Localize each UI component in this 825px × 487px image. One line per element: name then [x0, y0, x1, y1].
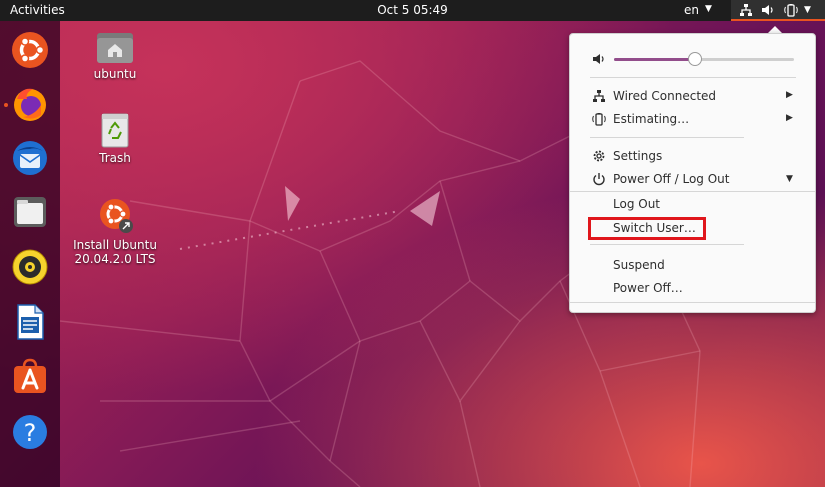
help-icon: ? — [13, 415, 47, 449]
separator — [590, 77, 796, 78]
dock: ? — [0, 21, 60, 487]
chevron-right-icon: ▶ — [786, 113, 793, 123]
ubuntu-icon — [12, 32, 48, 68]
menu-item-label: Power Off / Log Out — [613, 172, 730, 186]
menu-item-label: Power Off… — [613, 281, 683, 295]
separator — [570, 302, 815, 303]
home-folder-icon — [97, 33, 133, 63]
desktop-icon-label: Trash — [99, 151, 131, 165]
thunderbird-icon — [13, 141, 47, 175]
volume-slider[interactable] — [614, 52, 794, 66]
volume-slider-knob[interactable] — [688, 52, 702, 66]
clock-area: Oct 5 05:49 — [0, 3, 825, 17]
desktop-icon-install-ubuntu[interactable]: Install Ubuntu 20.04.2.0 LTS — [72, 195, 158, 266]
menu-item-label: Suspend — [613, 258, 665, 272]
menu-item-power-off-log-out[interactable]: Power Off / Log Out ▼ — [570, 168, 815, 190]
separator — [590, 244, 744, 245]
menu-item-label: Settings — [613, 149, 663, 163]
desktop-icon-label: ubuntu — [93, 67, 137, 81]
battery-icon — [784, 3, 798, 20]
running-indicator — [4, 103, 8, 107]
files-icon — [14, 197, 46, 227]
libreoffice-writer-icon — [17, 304, 44, 340]
software-center-icon — [14, 358, 46, 393]
menu-item-settings[interactable]: Settings — [570, 145, 815, 167]
dock-item-thunderbird[interactable] — [11, 139, 49, 177]
language-chevron-down-icon: ▼ — [705, 4, 712, 14]
power-icon — [592, 172, 606, 186]
menu-item-battery[interactable]: Estimating… ▶ — [570, 108, 815, 130]
dock-item-ubuntu[interactable] — [11, 31, 49, 69]
svg-text:?: ? — [24, 419, 37, 447]
ubuntu-installer-icon — [100, 199, 133, 233]
language-indicator[interactable]: en — [684, 3, 699, 17]
network-wired-icon — [739, 3, 753, 20]
activities-button[interactable]: Activities — [10, 3, 65, 17]
network-wired-icon — [592, 89, 606, 103]
menu-item-suspend[interactable]: Suspend — [570, 254, 815, 276]
volume-icon — [761, 3, 775, 20]
menu-item-wired-connected[interactable]: Wired Connected ▶ — [570, 85, 815, 107]
dock-item-writer[interactable] — [11, 303, 49, 341]
clock-button[interactable]: Oct 5 05:49 — [377, 3, 448, 17]
separator — [570, 191, 815, 192]
system-menu-chevron-down-icon: ▼ — [804, 5, 811, 15]
dock-item-firefox[interactable] — [11, 85, 49, 123]
trash-icon — [101, 113, 129, 148]
chevron-down-icon: ▼ — [786, 174, 793, 184]
desktop-icon-trash[interactable]: Trash — [88, 112, 142, 165]
gear-icon — [592, 149, 606, 163]
desktop-icon-label-version: 20.04.2.0 LTS — [74, 252, 156, 266]
menu-item-label: Wired Connected — [613, 89, 717, 103]
separator — [590, 137, 744, 138]
dock-item-software[interactable] — [11, 357, 49, 395]
battery-icon — [592, 112, 606, 126]
menu-item-log-out[interactable]: Log Out — [570, 193, 815, 215]
volume-slider-fill — [614, 58, 695, 61]
dock-item-files[interactable] — [11, 193, 49, 231]
switch-user-highlight — [588, 217, 706, 240]
firefox-icon — [14, 88, 46, 121]
menu-item-label: Log Out — [613, 197, 661, 211]
dock-item-rhythmbox[interactable] — [11, 248, 49, 286]
top-bar: Activities Oct 5 05:49 en ▼ ▼ — [0, 0, 825, 21]
dock-item-help[interactable]: ? — [11, 413, 49, 451]
volume-icon — [592, 52, 606, 69]
rhythmbox-icon — [12, 249, 48, 285]
menu-item-power-off[interactable]: Power Off… — [570, 277, 815, 299]
chevron-right-icon: ▶ — [786, 90, 793, 100]
system-menu: Wired Connected ▶ Estimating… ▶ Settings… — [569, 33, 816, 313]
desktop-screen: Activities Oct 5 05:49 en ▼ ▼ ? ubuntu T… — [0, 0, 825, 487]
desktop-icon-label: Install Ubuntu — [73, 238, 157, 252]
menu-item-label: Estimating… — [613, 112, 690, 126]
desktop-icon-home[interactable]: ubuntu — [88, 30, 142, 81]
